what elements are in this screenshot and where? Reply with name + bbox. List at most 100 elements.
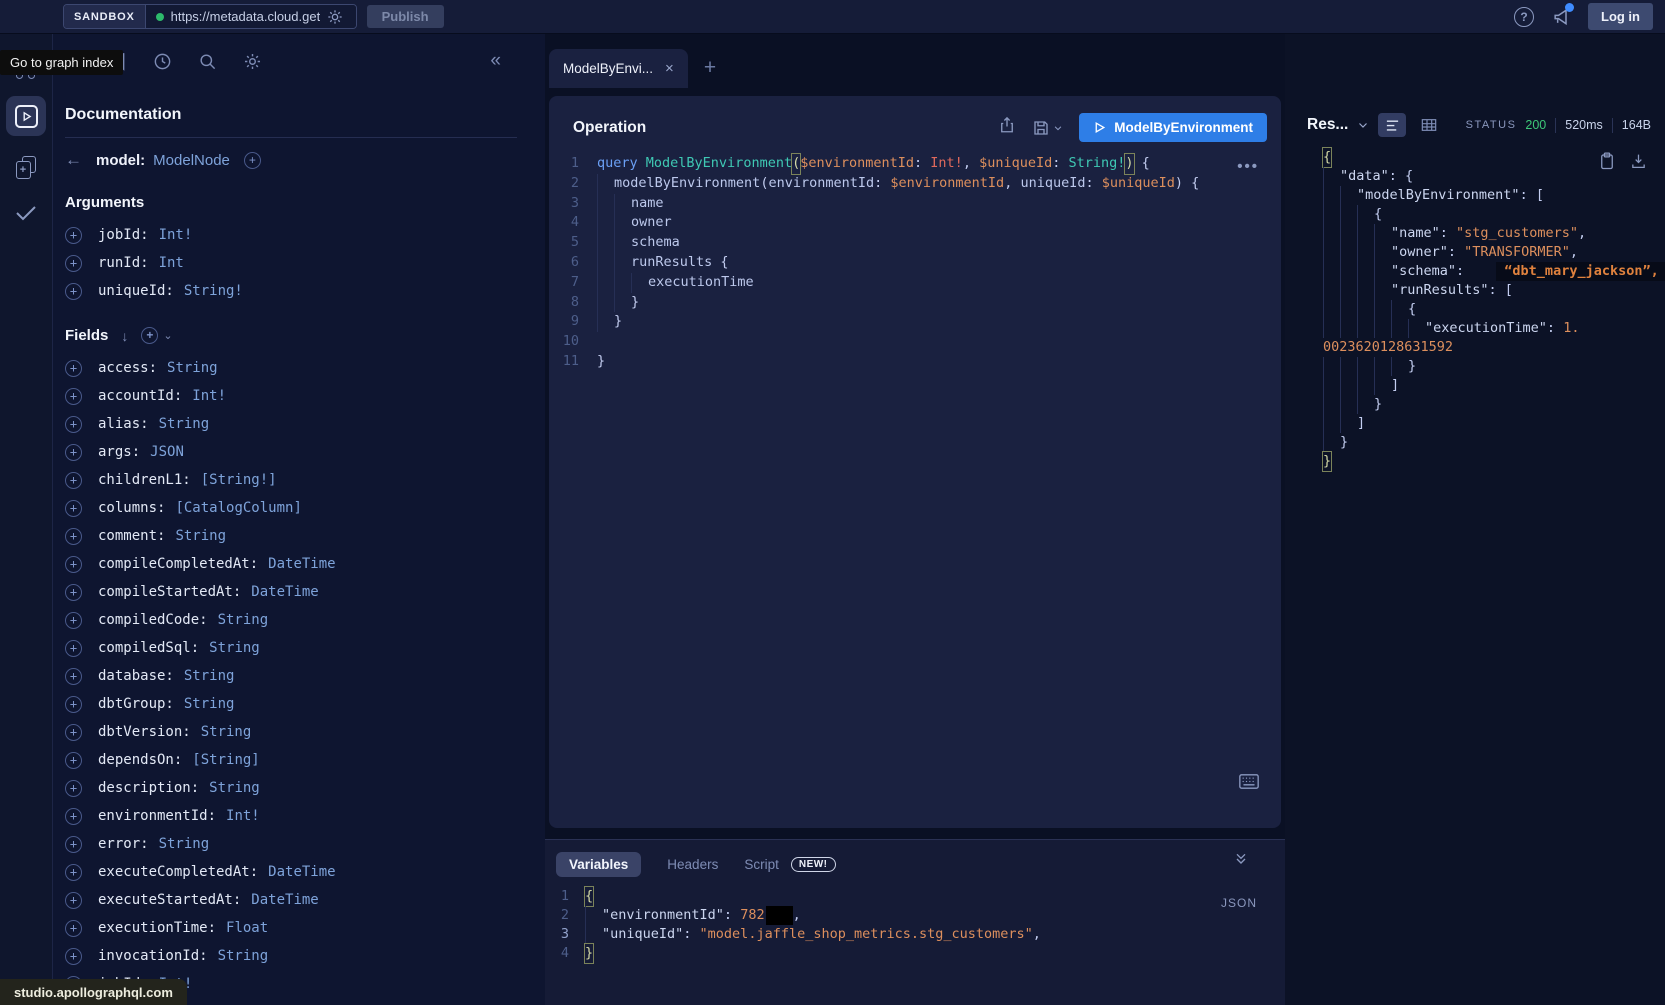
field-row[interactable]: + access: String xyxy=(65,354,517,382)
copy-response-icon[interactable] xyxy=(1599,152,1615,175)
field-row[interactable]: +executeCompletedAt:DateTime xyxy=(65,858,517,886)
field-name[interactable]: executionTime: xyxy=(98,920,216,936)
field-name[interactable]: runId: xyxy=(98,255,149,271)
field-row[interactable]: +args:JSON xyxy=(65,438,517,466)
sort-fields-icon[interactable]: ↓ xyxy=(121,328,128,344)
response-format-table-button[interactable] xyxy=(1415,113,1443,137)
field-type[interactable]: String xyxy=(184,668,235,684)
breadcrumb-type[interactable]: ModelNode xyxy=(153,152,230,169)
add-field-icon[interactable]: + xyxy=(244,152,261,169)
field-name[interactable]: description: xyxy=(98,780,199,796)
field-type[interactable]: String xyxy=(218,948,269,964)
field-type[interactable]: String xyxy=(218,612,269,628)
add-to-query-icon[interactable]: + xyxy=(65,752,82,769)
collections-nav-item[interactable]: + xyxy=(16,156,37,180)
field-row[interactable]: +error:String xyxy=(65,830,517,858)
settings-gear-icon[interactable] xyxy=(243,52,262,71)
field-type[interactable]: String xyxy=(175,528,226,544)
field-type[interactable]: Float xyxy=(226,920,268,936)
field-name[interactable]: environmentId: xyxy=(98,808,216,824)
field-name[interactable]: columns: xyxy=(98,500,165,516)
graph-url-input[interactable]: https://metadata.cloud.get xyxy=(146,5,356,28)
add-to-query-icon[interactable]: + xyxy=(65,696,82,713)
response-format-list-button[interactable] xyxy=(1378,113,1406,137)
add-to-query-icon[interactable]: + xyxy=(65,584,82,601)
field-name[interactable]: compileCompletedAt: xyxy=(98,556,258,572)
field-name[interactable]: dbtGroup: xyxy=(98,696,174,712)
add-to-query-icon[interactable]: + xyxy=(65,864,82,881)
add-to-query-icon[interactable]: + xyxy=(65,556,82,573)
field-name[interactable]: compileStartedAt: xyxy=(98,584,241,600)
field-type[interactable]: [String] xyxy=(192,752,259,768)
field-type[interactable]: String xyxy=(209,780,260,796)
keyboard-shortcuts-icon[interactable] xyxy=(1239,774,1259,794)
field-name[interactable]: invocationId: xyxy=(98,948,208,964)
field-type[interactable]: String xyxy=(184,696,235,712)
field-type[interactable]: String xyxy=(209,640,260,656)
field-type[interactable]: String! xyxy=(184,283,243,299)
field-name[interactable]: database: xyxy=(98,668,174,684)
login-button[interactable]: Log in xyxy=(1588,3,1653,30)
field-type[interactable]: String xyxy=(159,836,210,852)
add-to-query-icon[interactable]: + xyxy=(65,612,82,629)
add-to-query-icon[interactable]: + xyxy=(65,892,82,909)
field-name[interactable]: childrenL1: xyxy=(98,472,191,488)
field-type[interactable]: JSON xyxy=(150,444,184,460)
connection-settings-gear-icon[interactable] xyxy=(327,9,343,25)
field-row[interactable]: +alias:String xyxy=(65,410,517,438)
add-to-query-icon[interactable]: + xyxy=(65,472,82,489)
announcements-icon[interactable] xyxy=(1551,7,1571,27)
add-to-query-icon[interactable]: + xyxy=(65,640,82,657)
field-type[interactable]: DateTime xyxy=(251,584,318,600)
field-name[interactable]: access: xyxy=(98,360,157,376)
field-type[interactable]: String xyxy=(167,360,218,376)
field-row[interactable]: +environmentId:Int! xyxy=(65,802,517,830)
share-operation-icon[interactable] xyxy=(998,116,1016,139)
add-to-query-icon[interactable]: + xyxy=(65,444,82,461)
back-arrow-icon[interactable]: ← xyxy=(65,150,82,170)
add-to-query-icon[interactable]: + xyxy=(65,724,82,741)
field-name[interactable]: compiledCode: xyxy=(98,612,208,628)
field-row[interactable]: +compiledSql:String xyxy=(65,634,517,662)
field-type[interactable]: Int xyxy=(159,255,184,271)
add-to-query-icon[interactable]: + xyxy=(65,360,82,377)
add-to-query-icon[interactable]: + xyxy=(65,920,82,937)
argument-row[interactable]: +runId:Int xyxy=(65,249,517,277)
field-name[interactable]: alias: xyxy=(98,416,149,432)
new-tab-button[interactable]: + xyxy=(704,56,716,80)
field-name[interactable]: uniqueId: xyxy=(98,283,174,299)
close-tab-icon[interactable]: × xyxy=(665,60,674,77)
field-row[interactable]: +columns:[CatalogColumn] xyxy=(65,494,517,522)
fields-menu-chevron-icon[interactable]: ⌄ xyxy=(163,329,172,342)
argument-row[interactable]: +uniqueId:String! xyxy=(65,277,517,305)
operation-editor[interactable]: 1query ModelByEnvironment($environmentId… xyxy=(549,154,1281,372)
add-to-query-icon[interactable]: + xyxy=(65,836,82,853)
field-row[interactable]: + compiledCode: String xyxy=(65,606,517,634)
add-to-query-icon[interactable]: + xyxy=(65,500,82,517)
field-row[interactable]: + dependsOn: [String] xyxy=(65,746,517,774)
field-row[interactable]: + executionTime: Float xyxy=(65,914,517,942)
field-type[interactable]: String xyxy=(201,724,252,740)
field-type[interactable]: DateTime xyxy=(268,864,335,880)
field-type[interactable]: DateTime xyxy=(251,892,318,908)
collapse-panel-icon[interactable] xyxy=(1233,852,1249,871)
field-name[interactable]: dbtVersion: xyxy=(98,724,191,740)
download-response-icon[interactable] xyxy=(1630,152,1647,175)
field-row[interactable]: +description:String xyxy=(65,774,517,802)
add-to-query-icon[interactable]: + xyxy=(65,528,82,545)
publish-button[interactable]: Publish xyxy=(367,5,444,28)
field-name[interactable]: jobId: xyxy=(98,227,149,243)
run-operation-button[interactable]: ModelByEnvironment xyxy=(1079,113,1267,142)
field-row[interactable]: + dbtVersion: String xyxy=(65,718,517,746)
checklist-nav-item[interactable] xyxy=(14,204,38,222)
field-type[interactable]: String xyxy=(159,416,210,432)
field-row[interactable]: +childrenL1:[String!] xyxy=(65,466,517,494)
field-row[interactable]: +compileCompletedAt:DateTime xyxy=(65,550,517,578)
field-type[interactable]: Int! xyxy=(226,808,260,824)
response-title[interactable]: Res... xyxy=(1307,116,1348,134)
save-operation-group[interactable] xyxy=(1032,119,1063,137)
field-name[interactable]: dependsOn: xyxy=(98,752,182,768)
variables-editor[interactable]: 1{2"environmentId": 782 ,3"uniqueId": "m… xyxy=(545,887,1285,963)
tab-headers[interactable]: Headers xyxy=(667,857,718,872)
field-row[interactable]: +comment:String xyxy=(65,522,517,550)
